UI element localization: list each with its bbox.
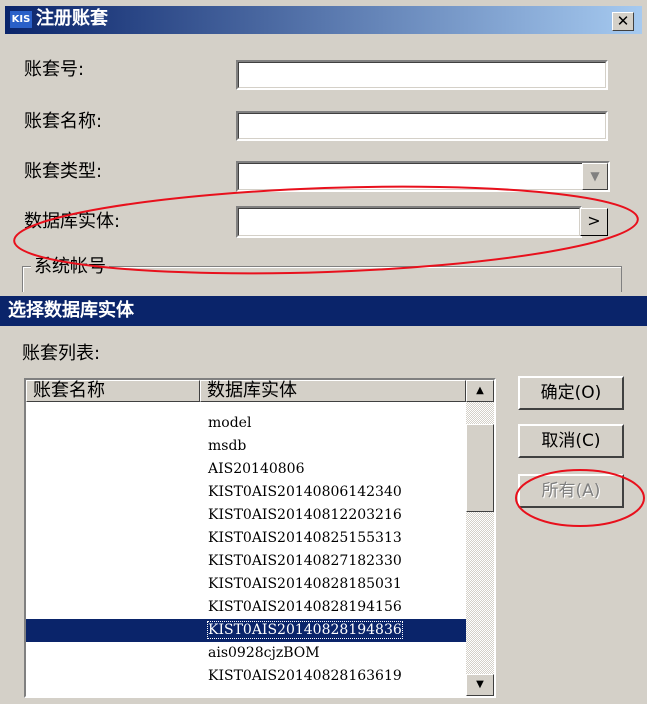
table-row[interactable]: KIST0AIS20140812203216 — [26, 504, 466, 527]
row-db-entity: KIST0AIS20140828194836 — [207, 621, 403, 639]
scrollbar-thumb[interactable] — [466, 424, 494, 512]
all-button[interactable]: 所有(A) — [518, 474, 624, 508]
row-db-entity: KIST0AIS20140812203216 — [208, 507, 402, 523]
select-dialog-title: 选择数据库实体 — [8, 300, 134, 321]
scroll-down-button[interactable]: ▼ — [466, 674, 494, 696]
account-name-label: 账套名称: — [24, 111, 103, 132]
account-name-field[interactable] — [236, 111, 608, 141]
account-no-label: 账套号: — [24, 59, 85, 80]
arrow-up-icon: ▲ — [476, 385, 484, 396]
table-row[interactable]: model — [26, 412, 466, 435]
close-icon: ✕ — [616, 12, 630, 30]
chevron-down-icon[interactable]: ▼ — [582, 163, 608, 190]
account-type-label: 账套类型: — [24, 161, 103, 182]
browse-arrow-icon: > — [587, 211, 601, 230]
row-db-entity: KIST0AIS20140825155313 — [208, 530, 402, 546]
row-db-entity: KIST0AIS20140827182330 — [208, 553, 402, 569]
system-account-group-label: 系统帐号 — [31, 256, 109, 278]
scroll-up-button[interactable]: ▲ — [466, 380, 494, 402]
row-db-entity: KIST0AIS20140828194156 — [208, 599, 402, 615]
column-header-db-entity[interactable]: 数据库实体 — [200, 380, 466, 402]
table-row[interactable]: ais0928cjzBOM — [26, 642, 466, 665]
row-db-entity: KIST0AIS20140806142340 — [208, 484, 402, 500]
row-db-entity: model — [208, 415, 252, 431]
row-db-entity: AIS20140806 — [208, 461, 305, 477]
register-dialog-title: 注册账套 — [36, 8, 108, 29]
account-list-rows: model msdb AIS20140806 KIST0AIS201408061423… — [26, 412, 466, 688]
table-row[interactable]: KIST0AIS20140825155313 — [26, 527, 466, 550]
db-entity-field[interactable] — [236, 206, 582, 238]
table-row[interactable]: KIST0AIS20140827182330 — [26, 550, 466, 573]
db-entity-label: 数据库实体: — [24, 211, 121, 232]
register-account-dialog — [0, 0, 647, 292]
ok-button[interactable]: 确定(O) — [518, 376, 624, 410]
account-no-field[interactable] — [236, 60, 608, 90]
table-row[interactable]: KIST0AIS20140828163619 — [26, 665, 466, 688]
row-db-entity: ais0928cjzBOM — [208, 645, 320, 661]
row-db-entity: KIST0AIS20140828185031 — [208, 576, 402, 592]
row-db-entity: KIST0AIS20140828163619 — [208, 668, 402, 684]
table-row[interactable]: AIS20140806 — [26, 458, 466, 481]
table-row[interactable]: msdb — [26, 435, 466, 458]
column-header-account-name[interactable]: 账套名称 — [26, 380, 200, 402]
table-row[interactable]: KIST0AIS20140828194836 — [26, 619, 466, 642]
account-type-select[interactable] — [236, 161, 610, 192]
account-list-label: 账套列表: — [22, 343, 101, 364]
kis-logo-icon: KIS — [10, 11, 32, 28]
table-row[interactable]: KIST0AIS20140828194156 — [26, 596, 466, 619]
close-button[interactable]: ✕ — [612, 12, 634, 31]
arrow-down-icon: ▼ — [476, 679, 484, 690]
table-row[interactable]: KIST0AIS20140806142340 — [26, 481, 466, 504]
browse-db-entity-button[interactable]: > — [580, 208, 608, 236]
cancel-button[interactable]: 取消(C) — [518, 424, 624, 458]
row-db-entity: msdb — [208, 438, 247, 454]
table-row[interactable]: KIST0AIS20140828185031 — [26, 573, 466, 596]
